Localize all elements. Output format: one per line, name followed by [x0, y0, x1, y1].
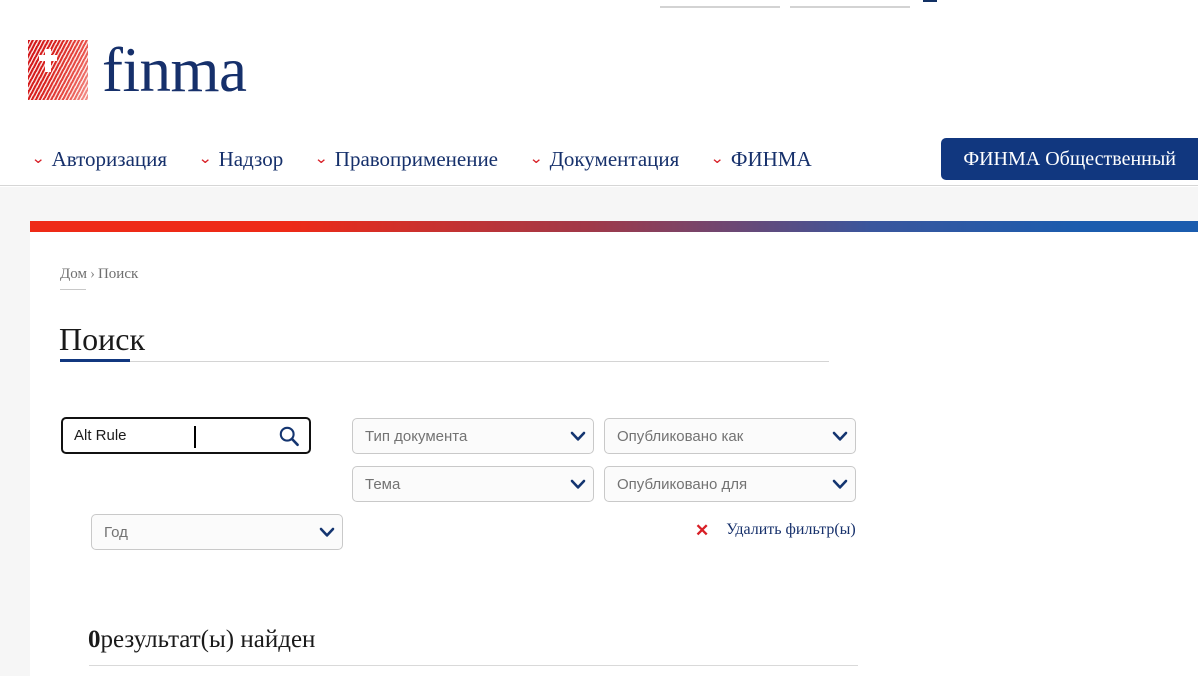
- results-count: 0результат(ы) найден: [88, 626, 315, 654]
- nav-item-label: Надзор: [218, 146, 284, 171]
- nav-item-supervision[interactable]: ⌄ Надзор: [198, 146, 284, 172]
- published-for-select[interactable]: Опубликовано для: [604, 466, 856, 502]
- nav-item-label: Правоприменение: [334, 146, 498, 171]
- logo-wordmark: finma: [102, 35, 247, 105]
- published-as-select[interactable]: Опубликовано как: [604, 418, 856, 454]
- year-select[interactable]: Год: [91, 514, 343, 550]
- topic-select[interactable]: Тема: [352, 466, 594, 502]
- top-cutoff-field-2[interactable]: [790, 0, 910, 8]
- chevron-down-icon: [825, 479, 855, 490]
- top-cutoff-field-1[interactable]: [660, 0, 780, 8]
- chevron-down-icon: ⌄: [710, 150, 725, 167]
- nav-item-label: Документация: [549, 146, 680, 171]
- nav-item-authorization[interactable]: ⌄ Авторизация: [31, 146, 168, 172]
- nav-item-finma[interactable]: ⌄ ФИНМА: [710, 146, 812, 172]
- site-header: finma: [0, 12, 1198, 134]
- published-as-select-label: Опубликовано как: [617, 427, 744, 445]
- chevron-down-icon: [825, 431, 855, 442]
- chevron-down-icon: ⌄: [314, 150, 329, 167]
- content-panel: Дом › Поиск Поиск Alt Rule Тип документа…: [30, 221, 1198, 676]
- results-count-number: 0: [88, 626, 101, 653]
- chevron-down-icon: [312, 527, 342, 538]
- nav-item-documentation[interactable]: ⌄ Документация: [529, 146, 680, 172]
- search-input[interactable]: [63, 420, 261, 451]
- chevron-down-icon: [563, 479, 593, 490]
- search-icon: [278, 425, 300, 450]
- top-cutoff-strip: [0, 0, 1198, 12]
- nav-item-label: Авторизация: [51, 146, 168, 171]
- swiss-cross-flag-icon: [28, 40, 88, 100]
- finma-search-page: finma ⌄ Авторизация ⌄ Надзор ⌄ Правоприм…: [0, 0, 1198, 676]
- results-divider: [89, 665, 858, 666]
- finma-logo[interactable]: finma: [28, 35, 247, 105]
- year-select-label: Год: [104, 523, 128, 541]
- top-cutoff-blue-button[interactable]: [923, 0, 937, 2]
- clear-filters-button[interactable]: ✕ Удалить фильтр(ы): [695, 521, 856, 539]
- results-count-label: результат(ы) найден: [100, 626, 316, 653]
- chevron-down-icon: [563, 431, 593, 442]
- chevron-down-icon: ⌄: [198, 150, 213, 167]
- search-submit-button[interactable]: [277, 425, 301, 449]
- nav-item-label: ФИНМА: [730, 146, 812, 171]
- chevron-down-icon: ⌄: [529, 150, 544, 167]
- nav-item-list: ⌄ Авторизация ⌄ Надзор ⌄ Правоприменение…: [31, 132, 812, 186]
- document-type-select[interactable]: Тип документа: [352, 418, 594, 454]
- text-caret: [194, 426, 196, 448]
- topic-select-label: Тема: [365, 475, 401, 493]
- main-navigation: ⌄ Авторизация ⌄ Надзор ⌄ Правоприменение…: [0, 132, 1198, 186]
- published-for-select-label: Опубликовано для: [617, 475, 748, 493]
- finma-public-button[interactable]: ФИНМА Общественный: [941, 138, 1198, 180]
- search-filters: Тип документа Опубликовано как Тема: [30, 221, 1198, 561]
- nav-item-enforcement[interactable]: ⌄ Правоприменение: [314, 146, 498, 172]
- chevron-down-icon: ⌄: [31, 150, 46, 167]
- close-x-icon: ✕: [695, 520, 710, 540]
- search-box[interactable]: [61, 417, 311, 454]
- document-type-select-label: Тип документа: [365, 427, 468, 445]
- clear-filters-label: Удалить фильтр(ы): [726, 521, 856, 538]
